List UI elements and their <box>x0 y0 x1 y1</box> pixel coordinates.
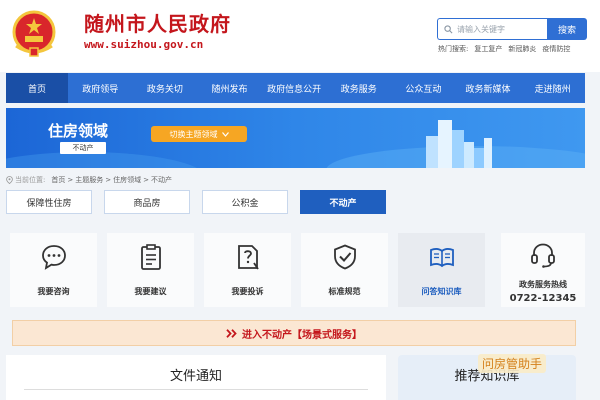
service-cards: 我要咨询 我要建议 我要投诉 标准规范 问答知识库 政务服务热线 0722-12… <box>6 225 585 311</box>
nav-item-interaction[interactable]: 公众互动 <box>391 73 456 103</box>
chevron-down-icon <box>221 131 229 137</box>
breadcrumb-item[interactable]: 住房领域 <box>113 175 141 185</box>
service-hotline-card[interactable]: 政务服务热线 0722-12345 <box>501 233 585 307</box>
switch-topic-button[interactable]: 切换主题领域 <box>151 126 247 142</box>
national-emblem-icon <box>12 10 56 57</box>
watermark: 问房管助手 <box>478 354 547 373</box>
service-label: 问答知识库 <box>421 287 462 296</box>
breadcrumb-label: 当前位置: <box>15 176 46 184</box>
service-standards-card[interactable]: 标准规范 <box>301 233 388 307</box>
breadcrumb-item[interactable]: 首页 <box>51 175 65 185</box>
headset-icon <box>531 243 555 268</box>
breadcrumb-separator: > <box>143 176 149 184</box>
file-notice-section: 文件通知 <box>6 355 386 400</box>
banner-subtitle: 不动产 <box>60 142 106 154</box>
service-label: 我要投诉 <box>231 287 264 296</box>
hotline-label: 政务服务热线 <box>519 280 567 289</box>
search-box <box>437 18 547 40</box>
service-suggest-card[interactable]: 我要建议 <box>107 233 194 307</box>
nav-item-about-city[interactable]: 走进随州 <box>520 73 585 103</box>
scene-service-text: 进入不动产【场景式服务】 <box>242 329 362 341</box>
hot-searches: 热门搜索: 复工复产 新冠肺炎 疫情防控 <box>438 44 570 54</box>
nav-item-release[interactable]: 随州发布 <box>197 73 262 103</box>
tab-affordable-housing[interactable]: 保障性住房 <box>6 190 92 214</box>
open-book-icon <box>430 248 454 268</box>
banner-title: 住房领域 <box>48 122 109 140</box>
service-knowledge-base-card[interactable]: 问答知识库 <box>398 233 485 307</box>
buildings-icon <box>426 120 492 168</box>
tab-commercial-housing[interactable]: 商品房 <box>104 190 190 214</box>
hot-search-link[interactable]: 新冠肺炎 <box>508 44 536 54</box>
service-complaint-card[interactable]: 我要投诉 <box>204 233 291 307</box>
scene-service-link[interactable]: 进入不动产【场景式服务】 <box>12 320 576 346</box>
breadcrumb-separator: > <box>67 176 74 184</box>
shield-check-icon <box>334 244 356 270</box>
location-pin-icon <box>6 176 13 184</box>
chat-bubble-icon <box>42 245 66 270</box>
clipboard-icon <box>141 244 161 270</box>
nav-item-leaders[interactable]: 政府领导 <box>68 73 133 103</box>
tab-housing-fund[interactable]: 公积金 <box>202 190 288 214</box>
service-label: 我要建议 <box>134 287 167 296</box>
breadcrumb-separator: > <box>105 176 112 184</box>
topic-banner: 住房领域 不动产 切换主题领域 <box>6 108 585 168</box>
nav-item-concerns[interactable]: 政务关切 <box>133 73 198 103</box>
site-title: 随州市人民政府 <box>84 12 231 36</box>
breadcrumb-item: 不动产 <box>150 176 172 184</box>
hotline-number: 0722-12345 <box>509 293 577 304</box>
complaint-question-icon <box>238 245 259 270</box>
section-title: 文件通知 <box>169 369 222 384</box>
tab-real-estate[interactable]: 不动产 <box>300 190 386 214</box>
search-icon <box>444 24 453 33</box>
nav-item-home[interactable]: 首页 <box>6 73 68 103</box>
section-divider <box>24 389 368 390</box>
nav-item-new-media[interactable]: 政务新媒体 <box>456 73 521 103</box>
breadcrumb-item[interactable]: 主题服务 <box>75 175 103 185</box>
search-input[interactable] <box>457 24 543 34</box>
double-chevron-right-icon <box>226 328 237 338</box>
hot-search-link[interactable]: 疫情防控 <box>542 44 570 54</box>
service-consult-card[interactable]: 我要咨询 <box>10 233 97 307</box>
hot-search-link[interactable]: 复工复产 <box>474 44 502 54</box>
site-header: 随州市人民政府 www.suizhou.gov.cn 搜索 热门搜索: 复工复产… <box>0 0 600 72</box>
service-label: 我要咨询 <box>37 287 70 296</box>
main-nav: 首页 政府领导 政务关切 随州发布 政府信息公开 政务服务 公众互动 政务新媒体… <box>6 73 585 103</box>
nav-item-gov-services[interactable]: 政务服务 <box>327 73 392 103</box>
site-url[interactable]: www.suizhou.gov.cn <box>84 38 203 51</box>
service-label: 标准规范 <box>328 287 361 296</box>
switch-topic-label: 切换主题领域 <box>169 129 218 139</box>
hot-search-label: 热门搜索: <box>438 45 469 53</box>
nav-item-info-disclosure[interactable]: 政府信息公开 <box>262 73 327 103</box>
breadcrumb: 当前位置: 首页 > 主题服务 > 住房领域 > 不动产 <box>6 175 172 185</box>
search-button[interactable]: 搜索 <box>547 18 587 40</box>
